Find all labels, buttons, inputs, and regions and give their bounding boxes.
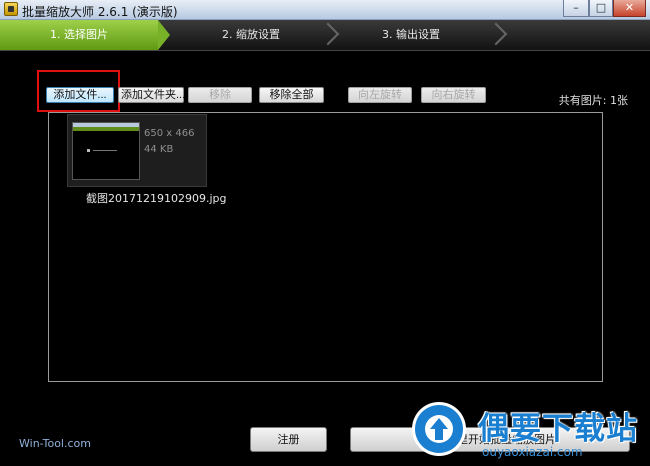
image-count: 共有图片: 1张 — [558, 94, 628, 107]
step-arrow — [158, 20, 170, 50]
app-icon — [4, 2, 18, 16]
add-file-button[interactable]: 添加文件... — [46, 87, 114, 103]
register-button[interactable]: 注册 — [250, 427, 327, 452]
add-folder-button[interactable]: 添加文件夹... — [118, 87, 185, 103]
image-filename: 截图20171219102909.jpg — [86, 192, 227, 205]
image-item[interactable]: 650 x 466 44 KB — [67, 114, 207, 187]
minimize-button[interactable]: – — [563, 0, 589, 17]
watermark-logo-icon — [412, 402, 466, 456]
remove-button[interactable]: 移除 — [188, 87, 252, 103]
window-title: 批量缩放大师 2.6.1 (演示版) — [22, 5, 178, 19]
remove-all-button[interactable]: 移除全部 — [259, 87, 324, 103]
chevron-right-icon — [488, 22, 504, 48]
image-dimensions: 650 x 466 — [144, 128, 195, 139]
step-output-settings[interactable]: 3. 输出设置 — [336, 20, 486, 50]
title-bar: 批量缩放大师 2.6.1 (演示版) – □ ✕ — [0, 0, 650, 20]
rotate-left-button[interactable]: 向左旋转 — [348, 87, 412, 103]
chevron-right-icon — [320, 22, 336, 48]
step-scale-settings[interactable]: 2. 缩放设置 — [176, 20, 326, 50]
rotate-right-button[interactable]: 向右旋转 — [421, 87, 486, 103]
watermark-title: 偶要下载站 — [478, 411, 638, 447]
image-thumbnail — [72, 122, 140, 180]
step-bar: 1. 选择图片 2. 缩放设置 3. 输出设置 — [0, 20, 650, 51]
image-filesize: 44 KB — [144, 144, 174, 155]
close-button[interactable]: ✕ — [613, 0, 646, 17]
maximize-button[interactable]: □ — [589, 0, 613, 17]
step-select-images[interactable]: 1. 选择图片 — [0, 20, 158, 50]
website-link[interactable]: Win-Tool.com — [19, 437, 91, 450]
watermark-url: ouyaoxiazai.com — [482, 445, 583, 459]
